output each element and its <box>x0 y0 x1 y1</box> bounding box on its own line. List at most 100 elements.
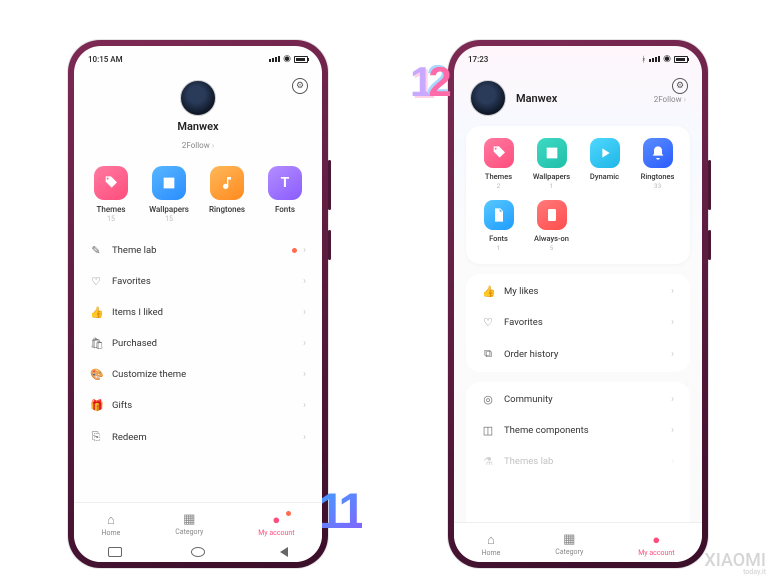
row-favorites[interactable]: ♡Favorites› <box>466 307 690 338</box>
chevron-right-icon: › <box>671 394 674 405</box>
nav-category[interactable]: ▦Category <box>175 512 203 536</box>
tile-fonts[interactable]: T Fonts <box>259 166 311 223</box>
redeem-icon: ⎘ <box>90 430 102 444</box>
chevron-right-icon: › <box>671 349 674 360</box>
chevron-right-icon: › <box>671 425 674 436</box>
music-note-icon <box>210 166 244 200</box>
row-purchased[interactable]: 🛍Purchased› <box>74 328 322 359</box>
settings-icon[interactable]: ⚙ <box>672 78 688 94</box>
file-icon <box>484 200 514 230</box>
play-icon <box>590 138 620 168</box>
lab-icon: ⚗ <box>482 455 494 468</box>
tag-icon <box>94 166 128 200</box>
statusbar: 17:23 ᚼ ◉ <box>454 46 702 68</box>
row-community[interactable]: ◎Community› <box>466 384 690 415</box>
row-gifts[interactable]: 🎁Gifts› <box>74 390 322 421</box>
menu-list-primary: 👍My likes› ♡Favorites› ⧉Order history› <box>466 274 690 372</box>
tile-wallpapers[interactable]: Wallpapers 15 <box>143 166 195 223</box>
home-icon: ⌂ <box>101 512 120 528</box>
profile-block[interactable]: Manwex 2Follow› <box>454 68 702 116</box>
row-favorites[interactable]: ♡Favorites› <box>74 266 322 297</box>
lab-icon: ✎ <box>90 244 102 257</box>
follow-count[interactable]: 2Follow› <box>182 141 214 150</box>
notification-dot-icon <box>286 511 291 516</box>
tile-always-on[interactable]: Always-on5 <box>527 200 576 252</box>
bell-icon <box>643 138 673 168</box>
history-icon: ⧉ <box>482 347 494 361</box>
thumbs-up-icon: 👍 <box>90 306 102 319</box>
back-key[interactable] <box>274 547 288 557</box>
bluetooth-icon: ᚼ <box>641 55 646 64</box>
gift-icon: 🎁 <box>90 399 102 412</box>
nav-home[interactable]: ⌂Home <box>481 532 500 557</box>
tile-ringtones[interactable]: Ringtones <box>201 166 253 223</box>
screen-miui11: 10:15 AM ◉ ⚙ Manwex 2Follow› Themes <box>74 46 322 562</box>
thumbs-up-icon: 👍 <box>482 285 494 298</box>
row-order-history[interactable]: ⧉Order history› <box>466 338 690 370</box>
row-themes-lab[interactable]: ⚗Themes lab› <box>466 446 690 477</box>
home-key[interactable] <box>191 547 205 557</box>
tile-fonts[interactable]: Fonts1 <box>474 200 523 252</box>
chevron-right-icon: › <box>303 338 306 349</box>
chevron-right-icon: › <box>684 95 686 104</box>
settings-icon[interactable]: ⚙ <box>292 78 308 94</box>
grid-icon: ▦ <box>555 532 583 547</box>
bottom-nav: ⌂Home ▦Category ●My account <box>454 522 702 562</box>
category-tiles: Themes2 Wallpapers1 Dynamic Ringtones33 … <box>466 126 690 264</box>
tile-wallpapers[interactable]: Wallpapers1 <box>527 138 576 190</box>
follow-count[interactable]: 2Follow› <box>654 95 686 104</box>
community-icon: ◎ <box>482 393 494 406</box>
version-badge-11: 11 <box>317 482 362 540</box>
menu-list: ✎Theme lab› ♡Favorites› 👍Items I liked› … <box>74 233 322 502</box>
nav-home[interactable]: ⌂Home <box>101 512 120 537</box>
font-icon: T <box>268 166 302 200</box>
tag-icon <box>484 138 514 168</box>
chevron-right-icon: › <box>671 456 674 467</box>
chevron-right-icon: › <box>671 317 674 328</box>
row-redeem[interactable]: ⎘Redeem› <box>74 421 322 453</box>
chevron-right-icon: › <box>303 400 306 411</box>
chevron-right-icon: › <box>212 141 214 150</box>
profile-block[interactable]: Manwex 2Follow› <box>74 68 322 152</box>
tile-dynamic[interactable]: Dynamic <box>580 138 629 190</box>
row-my-likes[interactable]: 👍My likes› <box>466 276 690 307</box>
recent-apps-key[interactable] <box>108 547 122 557</box>
wifi-icon: ◉ <box>283 54 291 64</box>
username: Manwex <box>74 120 322 133</box>
tile-themes[interactable]: Themes 15 <box>85 166 137 223</box>
tile-ringtones[interactable]: Ringtones33 <box>633 138 682 190</box>
nav-account[interactable]: ●My account <box>258 512 294 537</box>
components-icon: ◫ <box>482 424 494 437</box>
nav-account[interactable]: ●My account <box>638 532 674 557</box>
row-theme-components[interactable]: ◫Theme components› <box>466 415 690 446</box>
status-time: 17:23 <box>468 55 488 64</box>
grid-icon: ▦ <box>175 512 203 527</box>
phone-miui12: 12 17:23 ᚼ ◉ ⚙ Manwex 2Follow› <box>448 40 708 568</box>
battery-icon <box>674 56 688 63</box>
avatar[interactable] <box>180 80 216 116</box>
avatar[interactable] <box>470 80 506 116</box>
chevron-right-icon: › <box>671 286 674 297</box>
bottom-nav: ⌂Home ▦Category ●My account <box>74 502 322 542</box>
signal-icon <box>269 56 280 62</box>
username: Manwex <box>516 92 644 105</box>
comparison-stage: 11 10:15 AM ◉ ⚙ Manwex 2Follow› <box>0 0 776 568</box>
row-customize[interactable]: 🎨Customize theme› <box>74 359 322 390</box>
category-tiles: Themes 15 Wallpapers 15 Ringtones T Font… <box>74 152 322 233</box>
row-items-liked[interactable]: 👍Items I liked› <box>74 297 322 328</box>
aod-icon <box>537 200 567 230</box>
signal-icon <box>649 56 660 62</box>
heart-icon: ♡ <box>90 275 102 288</box>
tile-themes[interactable]: Themes2 <box>474 138 523 190</box>
home-icon: ⌂ <box>481 532 500 548</box>
palette-icon: 🎨 <box>90 368 102 381</box>
row-theme-lab[interactable]: ✎Theme lab› <box>74 235 322 266</box>
heart-icon: ♡ <box>482 316 494 329</box>
chevron-right-icon: › <box>303 307 306 318</box>
android-softkeys <box>74 542 322 562</box>
image-icon <box>152 166 186 200</box>
wifi-icon: ◉ <box>663 54 671 64</box>
bag-icon: 🛍 <box>90 337 102 350</box>
battery-icon <box>294 56 308 63</box>
nav-category[interactable]: ▦Category <box>555 532 583 556</box>
